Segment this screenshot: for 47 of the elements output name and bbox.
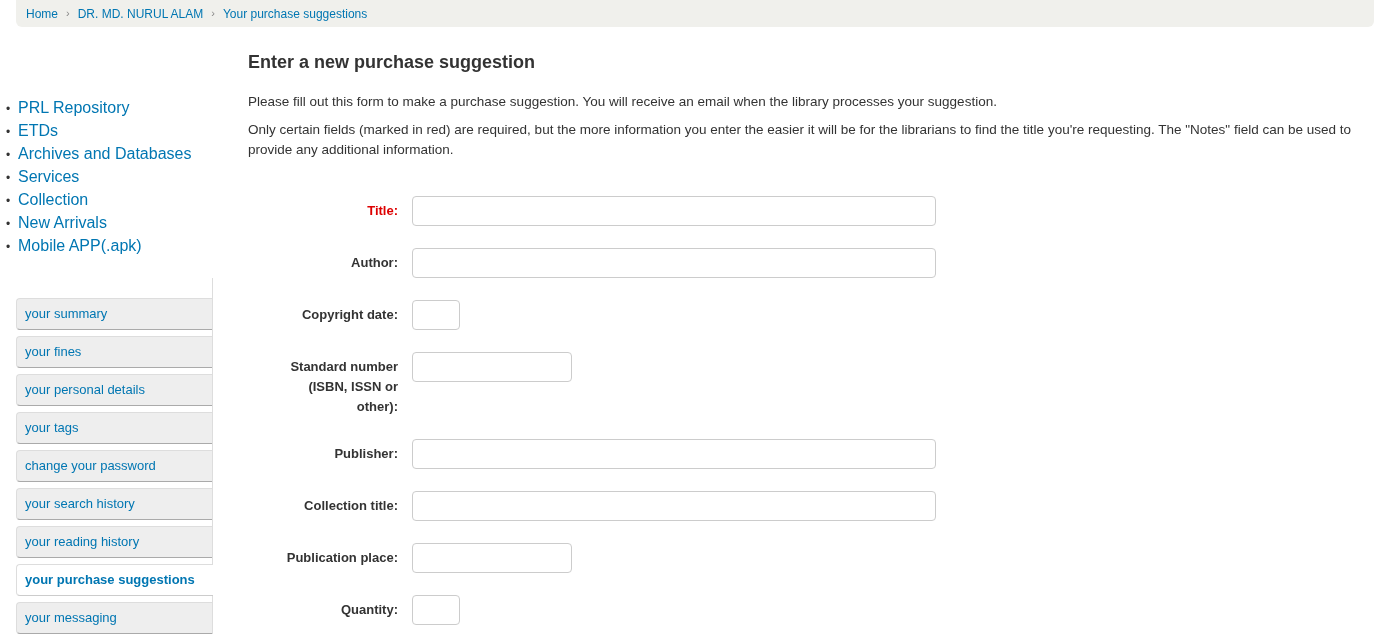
bullet: • <box>5 193 12 210</box>
sidebar-link[interactable]: Services <box>18 168 80 185</box>
sidebar-link[interactable]: ETDs <box>18 122 58 139</box>
sidebar-link[interactable]: New Arrivals <box>18 214 107 231</box>
menu-tab[interactable]: your fines <box>16 336 212 368</box>
bullet: • <box>5 101 12 118</box>
input-field[interactable] <box>412 247 936 278</box>
input-field[interactable] <box>412 438 936 469</box>
field-label: Collection title: <box>303 496 399 515</box>
field-label: Quantity: <box>339 600 399 619</box>
menu-tab[interactable]: your personal details <box>16 374 212 406</box>
menu-tab[interactable]: your messaging <box>16 602 212 634</box>
menu-tab[interactable]: your reading history <box>16 526 212 558</box>
input-field[interactable] <box>412 490 936 521</box>
sidebar-link[interactable]: PRL Repository <box>18 99 130 116</box>
input-field[interactable] <box>412 195 936 226</box>
breadcrumb-separator: › <box>211 6 215 22</box>
input-field[interactable] <box>412 594 460 625</box>
menu-tab[interactable]: your purchase suggestions <box>16 564 213 596</box>
breadcrumb-separator: › <box>66 6 70 22</box>
menu-tab[interactable]: your search history <box>16 488 212 520</box>
field-label: Standard number (ISBN, ISSN or other): <box>289 357 399 416</box>
field-label: Publisher: <box>333 444 399 463</box>
bullet: • <box>5 216 12 233</box>
field-label: Title: <box>366 201 399 220</box>
field-label: Publication place: <box>285 548 399 567</box>
field-label: Author: <box>350 253 399 272</box>
bullet: • <box>5 124 12 141</box>
input-field[interactable] <box>412 542 572 573</box>
input-field[interactable] <box>412 351 572 382</box>
intro-text: Only certain fields (marked in red) are required, but the more information you enter the easier it will be for the librarians to find the title you're requesting. The "Notes" field can be used to provide any additional information. <box>248 120 1352 159</box>
sidebar-link[interactable]: Collection <box>18 191 89 208</box>
menu-tab[interactable]: change your password <box>16 450 212 482</box>
intro-text: Please fill out this form to make a purchase suggestion. You will receive an email when the library processes your suggestion. <box>248 92 998 111</box>
bullet: • <box>5 170 12 187</box>
menu-tab[interactable]: your summary <box>16 298 212 330</box>
sidebar-link[interactable]: Mobile APP(.apk) <box>18 237 142 254</box>
input-field[interactable] <box>412 299 460 330</box>
sidebar-link[interactable]: Archives and Databases <box>18 145 192 162</box>
bullet: • <box>5 147 12 164</box>
bullet: • <box>5 239 12 256</box>
menu-tab[interactable]: your tags <box>16 412 212 444</box>
page-heading: Enter a new purchase suggestion <box>248 52 537 74</box>
breadcrumb-link[interactable]: DR. MD. NURUL ALAM <box>77 4 204 23</box>
breadcrumb-link[interactable]: Home <box>26 4 58 23</box>
field-label: Copyright date: <box>300 305 399 324</box>
breadcrumb-link[interactable]: Your purchase suggestions <box>222 4 368 23</box>
